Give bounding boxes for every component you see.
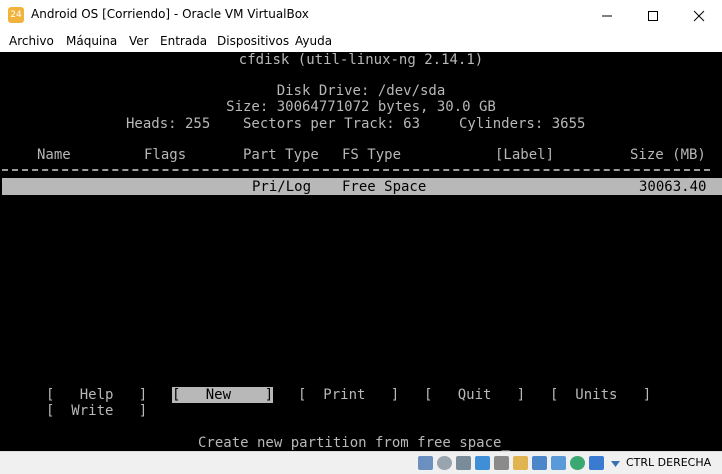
menu-maquina[interactable]: Máquina — [66, 34, 117, 48]
maximize-button[interactable] — [630, 0, 676, 31]
cpu-icon[interactable] — [589, 456, 604, 470]
display-icon[interactable] — [532, 456, 547, 470]
arrow-down-icon[interactable] — [608, 456, 623, 470]
disk-size-label: Size: 30064771072 bytes, 30.0 GB — [226, 99, 496, 115]
hard-disk-icon[interactable] — [418, 456, 433, 470]
option-help[interactable]: [ Help ] — [46, 387, 147, 403]
option-quit[interactable]: [ Quit ] — [424, 387, 525, 403]
column-header-size: Size (MB) — [630, 147, 706, 163]
minimize-icon — [602, 15, 612, 16]
recording-icon[interactable] — [570, 456, 585, 470]
close-icon — [693, 10, 705, 21]
minimize-button[interactable] — [584, 0, 630, 31]
header-divider — [2, 169, 710, 171]
row-size: 30063.40 — [639, 179, 707, 195]
status-bar: CTRL DERECHA — [0, 451, 722, 474]
shared-folders-icon[interactable] — [513, 456, 528, 470]
hint-line: Create new partition from free space_ — [198, 435, 510, 451]
optical-drive-icon[interactable] — [437, 456, 452, 470]
cylinders-label: Cylinders: 3655 — [459, 116, 586, 132]
vm-console[interactable]: cfdisk (util-linux-ng 2.14.1) Disk Drive… — [0, 52, 722, 451]
row-part-type: Pri/Log — [252, 179, 312, 195]
menu-ayuda[interactable]: Ayuda — [295, 34, 332, 48]
virtualbox-app-icon[interactable]: 24 — [8, 7, 24, 23]
column-header-part-type: Part Type — [243, 147, 319, 163]
option-new[interactable]: [ New ] — [172, 387, 274, 403]
menu-dispositivos[interactable]: Dispositivos — [217, 34, 289, 48]
option-units[interactable]: [ Units ] — [550, 387, 651, 403]
usb-icon[interactable] — [494, 456, 509, 470]
column-header-name: Name — [37, 147, 71, 163]
row-fs-type: Free Space — [342, 179, 427, 195]
hint-text: Create new partition from free space — [198, 435, 502, 451]
heads-label: Heads: 255 — [126, 116, 211, 132]
disk-drive-label: Disk Drive: /dev/sda — [276, 83, 446, 99]
video-capture-icon[interactable] — [551, 456, 566, 470]
sectors-label: Sectors per Track: 63 — [243, 116, 421, 132]
menu-entrada[interactable]: Entrada — [160, 34, 207, 48]
option-write[interactable]: [ Write ] — [46, 403, 147, 419]
title-bar: 24 Android OS [Corriendo] - Oracle VM Vi… — [0, 0, 722, 31]
option-print[interactable]: [ Print ] — [298, 387, 399, 403]
column-header-flags: Flags — [144, 147, 187, 163]
menu-archivo[interactable]: Archivo — [9, 34, 54, 48]
menu-bar: Archivo Máquina Ver Entrada Dispositivos… — [0, 31, 722, 52]
menu-ver[interactable]: Ver — [129, 34, 149, 48]
audio-icon[interactable] — [456, 456, 471, 470]
column-header-fs-type: FS Type — [342, 147, 402, 163]
column-header-label: [Label] — [495, 147, 555, 163]
window-title: Android OS [Corriendo] - Oracle VM Virtu… — [31, 7, 309, 21]
close-button[interactable] — [676, 0, 722, 31]
host-key-label: CTRL DERECHA — [626, 456, 712, 469]
maximize-icon — [648, 10, 658, 21]
program-title: cfdisk (util-linux-ng 2.14.1) — [238, 52, 484, 68]
network-icon[interactable] — [475, 456, 490, 470]
text-cursor: _ — [501, 435, 510, 451]
